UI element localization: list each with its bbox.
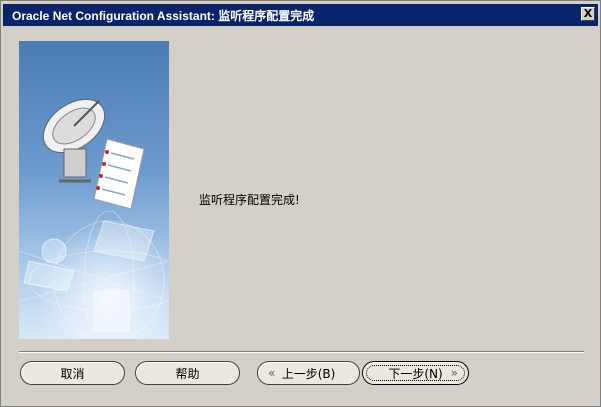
cancel-button-label: 取消 xyxy=(60,366,85,381)
back-button[interactable]: « 上一步(B) xyxy=(257,361,360,385)
back-button-label: 上一步(B) xyxy=(281,366,336,381)
window-title: Oracle Net Configuration Assistant: 监听程序… xyxy=(12,9,315,23)
next-button[interactable]: 下一步(N) » xyxy=(362,361,469,385)
help-button-label: 帮助 xyxy=(175,366,200,381)
close-button[interactable]: X xyxy=(581,7,595,21)
chevron-left-icon: « xyxy=(268,366,276,380)
title-bar[interactable]: Oracle Net Configuration Assistant: 监听程序… xyxy=(3,4,598,26)
divider xyxy=(19,351,584,353)
side-illustration xyxy=(19,41,169,339)
help-button[interactable]: 帮助 xyxy=(135,361,240,385)
chevron-right-icon: » xyxy=(450,366,458,380)
cancel-button[interactable]: 取消 xyxy=(20,361,125,385)
completion-message: 监听程序配置完成! xyxy=(199,193,300,207)
dialog-window: Oracle Net Configuration Assistant: 监听程序… xyxy=(0,0,601,407)
navigation-buttons: « 上一步(B) 下一步(N) » xyxy=(257,361,469,385)
